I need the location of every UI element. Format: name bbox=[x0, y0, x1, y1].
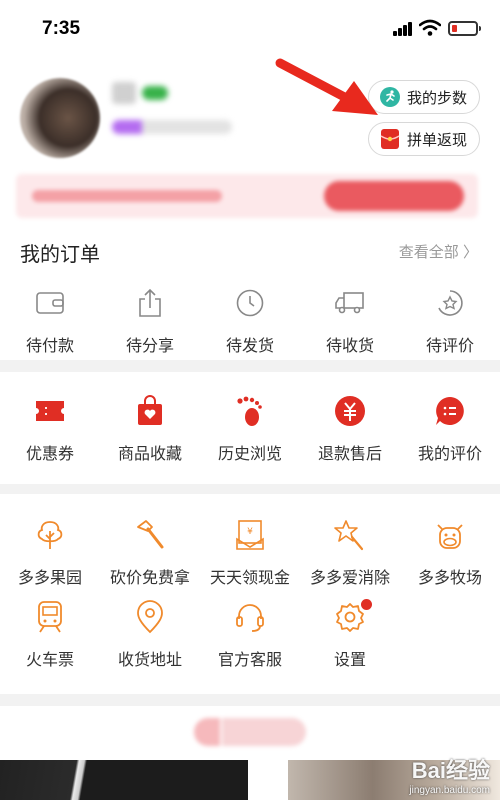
battery-icon bbox=[448, 21, 481, 36]
service-item-label: 天天领现金 bbox=[209, 570, 290, 587]
address-entry[interactable]: 收货地址 bbox=[100, 600, 200, 670]
product-thumbnail[interactable] bbox=[0, 760, 248, 800]
profile-header: 我的步数 拼单返现 bbox=[0, 60, 500, 230]
coupons-entry[interactable]: 优惠券 bbox=[0, 394, 100, 464]
notification-dot bbox=[361, 599, 372, 610]
orders-title: 我的订单 bbox=[20, 244, 100, 266]
refund-entry[interactable]: 退款售后 bbox=[300, 394, 400, 464]
service-item-label: 火车票 bbox=[25, 652, 74, 669]
nickname-tag-blurred bbox=[142, 86, 168, 100]
coupon-icon bbox=[34, 394, 66, 428]
group-cashback-label: 拼单返现 bbox=[406, 131, 467, 149]
watermark-url: jingyan.baidu.com bbox=[409, 785, 490, 796]
match-game-entry[interactable]: 多多爱消除 bbox=[300, 518, 400, 588]
svg-text:¥: ¥ bbox=[247, 527, 253, 537]
settings-entry[interactable]: 设置 bbox=[300, 599, 400, 670]
train-tickets-entry[interactable]: 火车票 bbox=[0, 600, 100, 670]
avatar[interactable] bbox=[20, 78, 100, 158]
view-all-label: 查看全部 bbox=[398, 244, 459, 261]
quick-item-label: 我的评价 bbox=[417, 446, 482, 463]
service-item-label: 设置 bbox=[333, 652, 366, 669]
member-tag-blurred bbox=[112, 120, 232, 134]
wifi-icon bbox=[419, 19, 441, 36]
my-orders-section: 我的订单 查看全部 〉 待付款 待分享 待发货 待收货 待评价 bbox=[0, 228, 500, 360]
quick-item-label: 退款售后 bbox=[317, 446, 382, 463]
order-item-label: 待发货 bbox=[225, 338, 274, 355]
quick-item-label: 商品收藏 bbox=[117, 446, 182, 463]
order-pending-receipt[interactable]: 待收货 bbox=[300, 286, 400, 356]
service-item-label: 收货地址 bbox=[117, 652, 182, 669]
orchard-entry[interactable]: 多多果园 bbox=[0, 518, 100, 588]
my-reviews-entry[interactable]: 我的评价 bbox=[400, 394, 500, 464]
footprint-icon bbox=[234, 394, 266, 428]
annotation-arrow-icon bbox=[275, 58, 378, 115]
bargain-entry[interactable]: 砍价免费拿 bbox=[100, 518, 200, 588]
tree-icon bbox=[34, 518, 66, 552]
cash-envelope-icon: ¥ bbox=[235, 518, 265, 552]
signal-icon bbox=[393, 22, 413, 36]
clock-time: 7:35 bbox=[42, 18, 81, 39]
headset-icon bbox=[234, 600, 266, 634]
service-item-label: 多多果园 bbox=[17, 570, 82, 587]
order-item-label: 待评价 bbox=[425, 338, 474, 355]
watermark: Bai经验 jingyan.baidu.com bbox=[409, 753, 490, 796]
order-pending-review[interactable]: 待评价 bbox=[400, 286, 500, 356]
group-cashback-button[interactable]: 拼单返现 bbox=[367, 122, 480, 156]
service-item-label: 官方客服 bbox=[217, 652, 282, 669]
quick-links-section: 优惠券 商品收藏 历史浏览 退款售后 我的评价 bbox=[0, 372, 500, 484]
order-item-label: 待付款 bbox=[25, 338, 74, 355]
favorite-bag-icon bbox=[136, 394, 164, 428]
star-wand-icon bbox=[334, 518, 366, 552]
review-icon bbox=[435, 286, 465, 320]
services-section: 多多果园 砍价免费拿 ¥ 天天领现金 多多爱消除 多多牧场 火车票 收货地址 官… bbox=[0, 494, 500, 694]
clock-icon bbox=[235, 286, 265, 320]
order-pending-payment[interactable]: 待付款 bbox=[0, 286, 100, 356]
order-pending-share[interactable]: 待分享 bbox=[100, 286, 200, 356]
view-all-orders-link[interactable]: 查看全部 〉 bbox=[399, 241, 478, 262]
ranch-entry[interactable]: 多多牧场 bbox=[400, 518, 500, 588]
favorites-entry[interactable]: 商品收藏 bbox=[100, 394, 200, 464]
comment-icon bbox=[434, 394, 466, 428]
promo-banner-blurred[interactable] bbox=[16, 174, 478, 218]
location-icon bbox=[136, 600, 164, 634]
service-item-label: 砍价免费拿 bbox=[109, 570, 190, 587]
recommendations-section: Bai经验 jingyan.baidu.com bbox=[0, 706, 500, 800]
daily-cash-entry[interactable]: ¥ 天天领现金 bbox=[200, 518, 300, 588]
status-bar: 7:35 bbox=[0, 0, 500, 60]
watermark-logo: Bai经验 bbox=[411, 758, 490, 783]
red-envelope-icon bbox=[379, 128, 401, 150]
my-steps-label: 我的步数 bbox=[406, 89, 467, 107]
order-item-label: 待分享 bbox=[125, 338, 174, 355]
refund-icon bbox=[334, 394, 366, 428]
customer-service-entry[interactable]: 官方客服 bbox=[200, 600, 300, 670]
chevron-right-icon: 〉 bbox=[462, 244, 478, 261]
history-entry[interactable]: 历史浏览 bbox=[200, 394, 300, 464]
quick-item-label: 优惠券 bbox=[25, 446, 74, 463]
share-icon bbox=[136, 286, 164, 320]
wallet-icon bbox=[35, 286, 65, 320]
recommend-heading-blurred bbox=[194, 718, 306, 746]
truck-icon bbox=[334, 286, 366, 320]
quick-item-label: 历史浏览 bbox=[217, 446, 282, 463]
cow-icon bbox=[434, 518, 466, 552]
settings-icon bbox=[334, 599, 372, 634]
service-item-label: 多多爱消除 bbox=[309, 570, 390, 587]
nickname-blurred bbox=[112, 82, 136, 104]
service-item-label: 多多牧场 bbox=[417, 570, 482, 587]
order-item-label: 待收货 bbox=[325, 338, 374, 355]
train-icon bbox=[36, 600, 64, 634]
order-pending-shipment[interactable]: 待发货 bbox=[200, 286, 300, 356]
axe-icon bbox=[134, 518, 166, 552]
